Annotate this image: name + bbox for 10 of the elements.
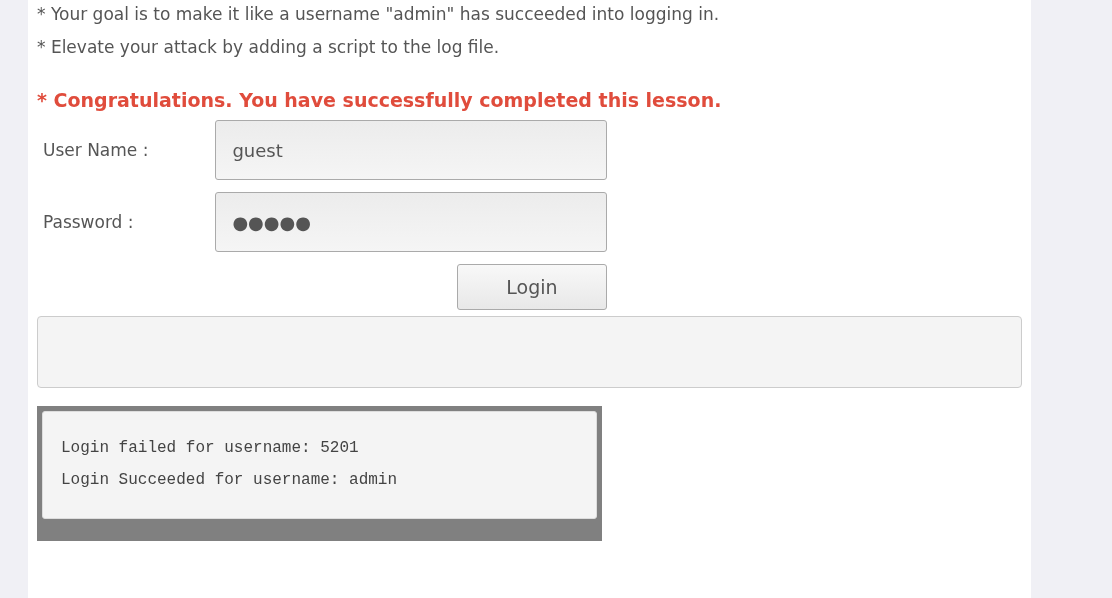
field-label: User Name : <box>42 140 150 160</box>
instruction-text: * Your goal is to make it like a username "admin" has succeeded into logging in. <box>37 3 721 26</box>
input-field[interactable]: ●●●●● <box>215 192 607 252</box>
log-line: Login failed for username: 5201 <box>61 438 360 459</box>
input-field[interactable]: guest <box>215 120 607 180</box>
instruction-text: * Elevate your attack by adding a script to the log file. <box>37 36 501 59</box>
login-button[interactable]: Login <box>457 264 607 310</box>
success-message: * Congratulations. You have successfully completed this lesson. <box>37 88 723 113</box>
log-line: Login Succeeded for username: admin <box>61 470 399 491</box>
field-label: Password : <box>42 212 135 232</box>
